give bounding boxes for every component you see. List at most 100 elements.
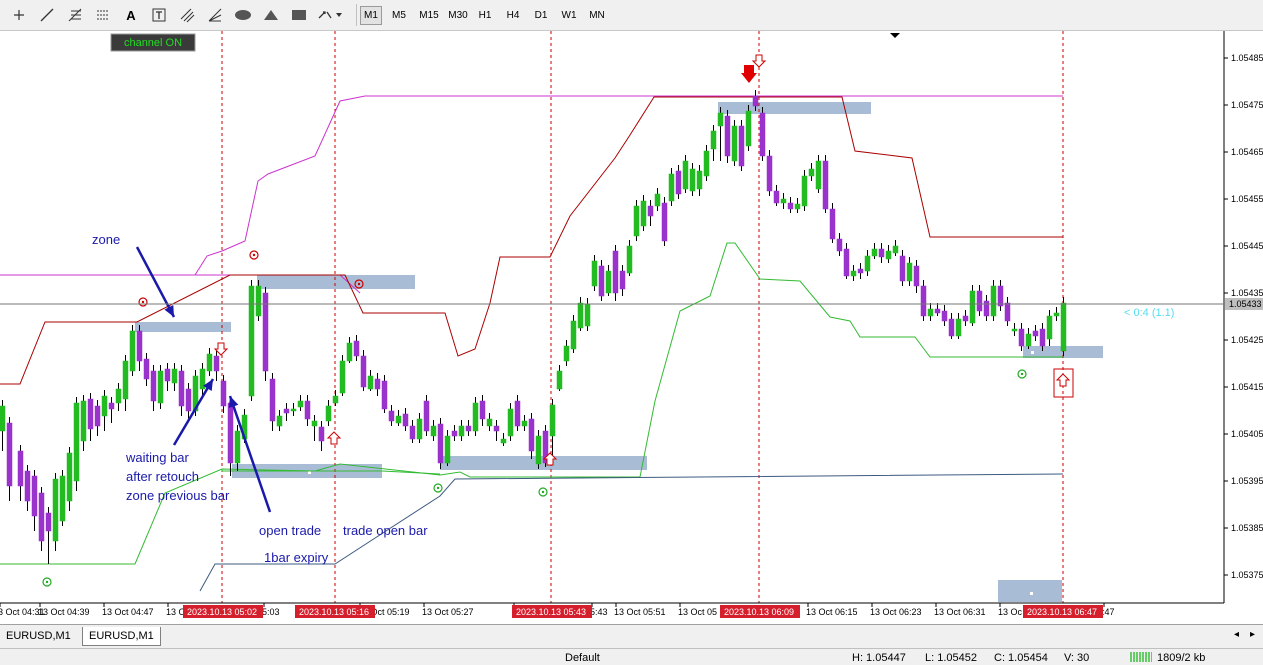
price-label: 1.05385 [1231,523,1263,533]
chart-tabs: EURUSD,M1 EURUSD,M1 ◂ ▸ [0,624,1263,648]
tab-scroll-left-icon[interactable]: ◂ [1234,629,1239,640]
text-icon[interactable]: A [120,5,142,25]
bull-candle [101,395,108,417]
highlight-time-label: 2023.10.13 05:02 [187,607,257,617]
annotation-after-retouch: after retouch [126,469,199,484]
price-label: 1.05405 [1231,429,1263,439]
highlight-time-label: 2023.10.13 06:47 [1027,607,1097,617]
price-label: 1.05435 [1231,288,1263,298]
tab-eurusd-m1-active[interactable]: EURUSD,M1 [82,627,161,646]
bull-candle [703,150,710,177]
bull-candle [521,420,528,427]
bull-candle [927,308,934,317]
timeframe-h4[interactable]: H4 [502,6,524,25]
timeframe-m30[interactable]: M30 [446,6,470,25]
bear-candle [6,422,13,487]
highlight-time-label: 2023.10.13 06:09 [724,607,794,617]
highlight-time-label: 2023.10.13 05:16 [299,607,369,617]
fibonacci-fan-icon[interactable] [92,5,114,25]
bear-candle [31,475,38,517]
bull-candle [367,375,374,390]
bear-candle [773,190,780,204]
price-chart[interactable]: 1.05485 1.05475 1.05465 1.05455 1.05445 1.054… [0,31,1263,624]
status-low: L: 1.05452 [925,652,977,664]
zone-handle [1030,592,1033,595]
bull-candle [73,402,80,482]
zone-rect [135,322,231,332]
cursor-icon[interactable] [8,5,30,25]
bull-candle [570,320,577,350]
timeframe-m5[interactable]: M5 [388,6,410,25]
bear-candle [409,425,416,440]
bull-candle [696,170,703,190]
zone-rect [257,275,415,289]
tab-eurusd-m1[interactable]: EURUSD,M1 [0,627,77,646]
bear-candle [766,155,773,192]
triangle-icon[interactable] [260,5,282,25]
resistance-signal-dot [252,253,256,257]
timeframe-h1[interactable]: H1 [474,6,496,25]
bull-candle [955,318,962,337]
timeframe-m1[interactable]: M1 [360,6,382,25]
bear-candle [941,310,948,322]
line-icon[interactable] [36,5,58,25]
bull-candle [332,395,339,404]
bull-candle [850,270,857,277]
time-label: 13 Oct 04:47 [102,607,154,617]
rectangle-icon[interactable] [288,5,310,25]
annotation-zone: zone [92,232,120,247]
arrows-icon[interactable] [316,5,344,25]
bull-candle [549,404,556,437]
bear-candle [528,418,535,452]
timeframe-mn[interactable]: MN [586,6,608,25]
gann-icon[interactable] [204,5,226,25]
timeframe-m15[interactable]: M15 [416,6,442,25]
timeframe-w1[interactable]: W1 [558,6,580,25]
time-label: 13 Oct 06:23 [870,607,922,617]
bull-candle [472,402,479,432]
bull-candle [80,400,87,442]
bull-candle [710,130,717,150]
bull-candle [794,203,801,210]
text-label-icon[interactable] [148,5,170,25]
bull-candle [780,198,787,204]
bear-candle [822,160,829,210]
bear-candle [675,170,682,195]
timeframe-d1[interactable]: D1 [530,6,552,25]
bull-candle [458,425,465,437]
bull-candle [206,353,213,372]
support-signal-dot [541,490,545,494]
bull-candle [969,290,976,324]
bear-candle [647,205,654,217]
price-label: 1.05445 [1231,241,1263,251]
price-label: 1.05425 [1231,335,1263,345]
bear-candle [374,378,381,390]
bull-candle [682,160,689,190]
bear-candle [108,402,115,410]
bull-candle [626,245,633,274]
bull-candle [801,175,808,207]
bear-candle [388,410,395,422]
bear-candle [437,423,444,464]
resistance-signal-dot [141,300,145,304]
tab-scroll-right-icon[interactable]: ▸ [1250,629,1255,640]
support-signal-dot [1020,372,1024,376]
channel-icon[interactable] [176,5,198,25]
bear-candle [45,512,52,532]
channel-toggle-button[interactable]: channel ON [110,33,196,52]
bull-candle [416,418,423,440]
time-label: 13 Oc [998,607,1023,617]
ellipse-icon[interactable] [232,5,254,25]
bear-candle [178,370,185,407]
bear-candle [829,208,836,240]
drawing-toolbar: A M1 M5 M15 M30 H1 H4 D1 W1 MN [0,0,1263,31]
bear-candle [479,400,486,420]
channel-toggle-label: channel ON [124,37,182,49]
bear-candle [913,265,920,287]
toolbar-separator [356,4,357,26]
status-profile[interactable]: Default [565,652,600,664]
bear-candle [661,202,668,242]
fibonacci-icon[interactable] [64,5,86,25]
bear-candle [318,426,325,442]
bear-candle [976,290,983,312]
